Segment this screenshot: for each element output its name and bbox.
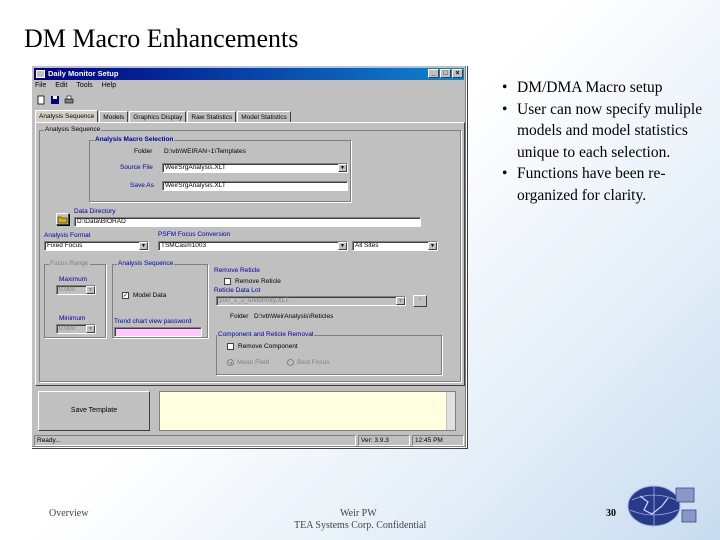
remove-reticle-checkbox-label: Remove Reticle (235, 278, 281, 285)
mean-field-label: Mean Field (237, 359, 270, 366)
browse-reticle-button[interactable]: › (413, 295, 427, 307)
save-as-input[interactable]: WeirSrgAnalysis.XLT (162, 181, 348, 191)
dropdown-arrow-icon[interactable]: ▼ (338, 242, 347, 250)
reticle-folder-label: Folder (230, 313, 249, 320)
component-removal-group: Component and Reticle Removal Remove Com… (216, 331, 442, 375)
maximum-spinner[interactable]: 0.000 ▼ (56, 285, 96, 295)
daily-monitor-window: Daily Monitor Setup _ □ × File Edit Tool… (31, 65, 467, 448)
trend-chart-label: Trend chart view password (114, 318, 192, 325)
maximize-button[interactable]: □ (440, 69, 451, 78)
menu-help[interactable]: Help (102, 82, 116, 89)
new-icon[interactable] (35, 94, 46, 105)
analysis-format-select[interactable]: Fixed Focus ▼ (44, 241, 149, 251)
mean-field-radio[interactable] (227, 359, 234, 366)
status-version: Ver: 3.9.3 (358, 435, 410, 446)
analysis-format-label: Analysis Format (44, 232, 91, 239)
data-directory-label: Data Directory (74, 208, 116, 215)
best-focus-label: Best Focus (297, 359, 330, 366)
print-icon[interactable] (63, 94, 74, 104)
reticle-folder-value: D:\vb\WeirAnalysis\Reticles (254, 313, 334, 320)
source-file-label: Source File (120, 164, 153, 171)
dropdown-arrow-icon[interactable]: ▼ (338, 164, 347, 172)
menubar: File Edit Tools Help (35, 82, 116, 89)
group-label: Component and Reticle Removal (217, 331, 315, 338)
dropdown-arrow-icon[interactable]: ▼ (428, 242, 437, 250)
analysis-macro-group: Analysis Macro Selection Folder D:\vb\WE… (89, 136, 351, 202)
group-label: Analysis Sequence (44, 126, 102, 133)
reticle-lot-label: Reticle Data Lot (214, 287, 261, 294)
menu-edit[interactable]: Edit (55, 82, 67, 89)
bullet-list: DM/DMA Macro setup User can now specify … (500, 77, 710, 206)
model-data-checkbox[interactable]: ✓ (122, 292, 129, 299)
minimum-label: Minimum (59, 315, 86, 322)
remove-component-checkbox[interactable] (227, 343, 234, 350)
bullet-item: User can now specify muliple models and … (500, 99, 710, 164)
bullet-item: DM/DMA Macro setup (500, 77, 710, 99)
save-icon[interactable] (49, 94, 60, 104)
footer-author: Weir PW (340, 508, 377, 519)
menu-file[interactable]: File (35, 82, 46, 89)
save-as-label: Save As (130, 182, 154, 189)
minimum-spinner[interactable]: 0.000 ▼ (56, 324, 96, 334)
analysis-sequence-group: Analysis Sequence Analysis Macro Selecti… (39, 126, 461, 382)
notes-scrollbar[interactable] (446, 392, 455, 430)
close-button[interactable]: × (452, 69, 463, 78)
model-data-label: Model Data (133, 292, 167, 299)
maximum-label: Maximum (59, 276, 88, 283)
open-folder-button[interactable] (56, 213, 69, 225)
remove-reticle-label: Remove Reticle (214, 267, 260, 274)
page-number: 30 (606, 508, 616, 519)
dropdown-arrow-icon[interactable]: ▼ (139, 242, 148, 250)
folder-icon (57, 216, 68, 224)
window-title: Daily Monitor Setup (48, 69, 119, 78)
toolbar (35, 94, 74, 105)
folder-value: D:\vb\WEIRAN~1\Templates (164, 148, 246, 155)
group-label: Analysis Macro Selection (94, 136, 175, 143)
source-file-select[interactable]: WeirSrgAnalysis.XLT ▼ (162, 163, 348, 173)
status-time: 12:45 PM (412, 435, 464, 446)
minimize-button[interactable]: _ (428, 69, 439, 78)
status-ready: Ready... (34, 435, 356, 446)
data-directory-input[interactable]: D:\Data\BIORAD (74, 217, 421, 227)
slide-title: DM Macro Enhancements (24, 24, 299, 53)
psfm-model-select[interactable]: TSMCasm1003 ▼ (158, 241, 348, 251)
save-template-button[interactable]: Save Template (38, 391, 150, 431)
status-bar: Ready... Ver: 3.9.3 12:45 PM (34, 435, 465, 447)
app-icon (36, 70, 45, 78)
folder-label: Folder (134, 148, 153, 155)
globe-logo-icon (627, 485, 697, 527)
notes-textarea[interactable] (159, 391, 456, 431)
footer-confidential: TEA Systems Corp. Confidential (294, 520, 427, 531)
menu-tools[interactable]: Tools (76, 82, 92, 89)
dropdown-arrow-icon[interactable]: ▼ (396, 297, 405, 305)
group-label: PSFM Focus Conversion (157, 231, 232, 238)
best-focus-radio[interactable] (287, 359, 294, 366)
window-titlebar[interactable]: Daily Monitor Setup _ □ × (34, 68, 464, 80)
remove-reticle-checkbox[interactable] (224, 278, 231, 285)
footer-left: Overview (49, 508, 89, 519)
dropdown-arrow-icon[interactable]: ▼ (86, 325, 95, 333)
remove-reticle-group: Remove Reticle Remove Reticle Reticle Da… (214, 267, 442, 331)
tab-panel: Analysis Sequence Analysis Macro Selecti… (35, 122, 465, 386)
reticle-lot-select[interactable]: 100_1_2_uniformity.XLT ▼ (216, 296, 406, 306)
group-label: Focus Range (49, 260, 90, 267)
sites-select[interactable]: All Sites ▼ (352, 241, 438, 251)
dropdown-arrow-icon[interactable]: ▼ (86, 286, 95, 294)
group-label: Analysis Sequence (117, 260, 175, 267)
focus-range-group: Focus Range Maximum 0.000 ▼ Minimum 0.00… (44, 260, 106, 338)
trend-password-input[interactable] (114, 327, 202, 337)
bullet-item: Functions have been re-organized for cla… (500, 163, 710, 206)
remove-component-label: Remove Component (238, 343, 298, 350)
